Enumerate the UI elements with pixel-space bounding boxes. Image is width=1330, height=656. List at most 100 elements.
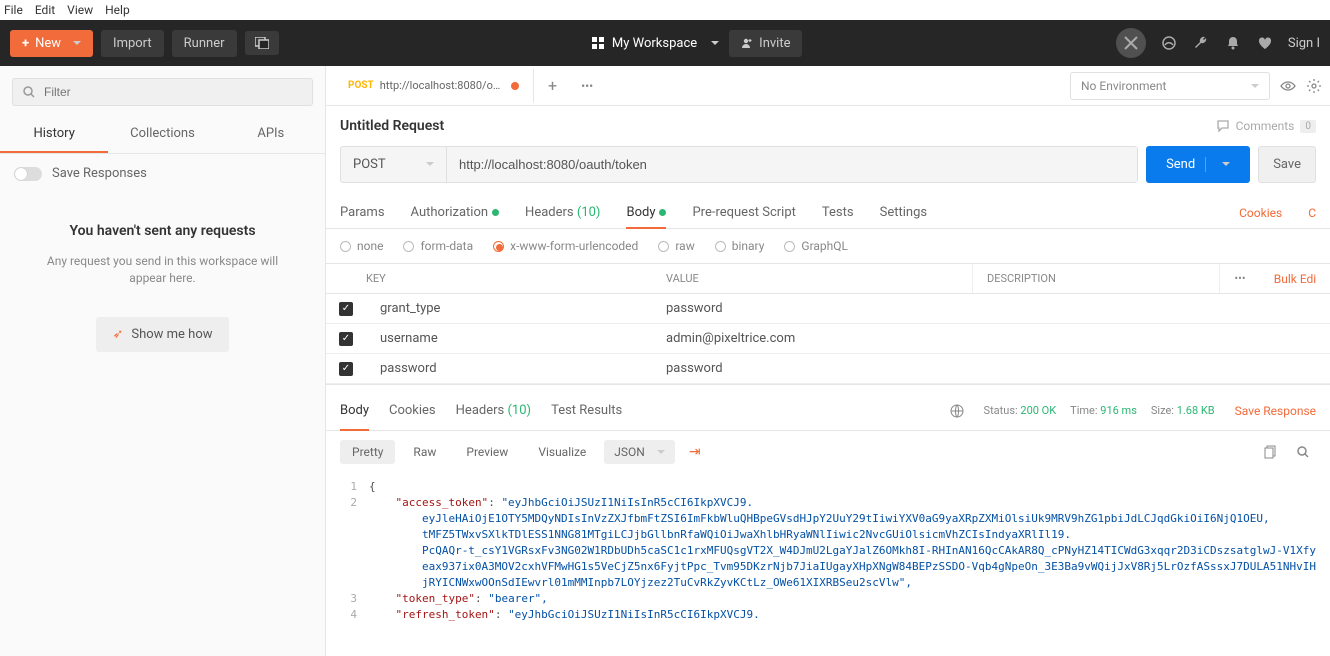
- request-section-tabs: Params Authorization Headers (10) Body P…: [326, 193, 1330, 229]
- code-link[interactable]: C: [1308, 206, 1316, 220]
- radio-binary[interactable]: binary: [715, 239, 765, 253]
- kv-desc[interactable]: [972, 324, 1330, 353]
- menu-file[interactable]: File: [4, 3, 23, 17]
- copy-icon[interactable]: [1258, 445, 1284, 459]
- tab-collections[interactable]: Collections: [108, 116, 216, 153]
- kv-value[interactable]: admin@pixeltrice.com: [652, 324, 972, 353]
- chevron-down-icon[interactable]: [1205, 157, 1230, 172]
- view-visualize[interactable]: Visualize: [526, 440, 598, 464]
- kv-actions-button[interactable]: •••: [1220, 264, 1260, 293]
- resp-tab-tests[interactable]: Test Results: [551, 399, 622, 422]
- window-icon: [255, 37, 269, 49]
- tab-authorization[interactable]: Authorization: [411, 197, 500, 228]
- capture-icon[interactable]: [1116, 28, 1146, 58]
- radio-none[interactable]: none: [340, 239, 383, 253]
- resp-tab-body[interactable]: Body: [340, 399, 369, 422]
- workspace-selector[interactable]: My Workspace: [592, 36, 719, 51]
- wrench-icon[interactable]: [1192, 34, 1210, 52]
- save-button[interactable]: Save: [1258, 146, 1316, 183]
- format-select[interactable]: JSON: [604, 440, 675, 464]
- method-url-bar: POST: [340, 146, 1138, 183]
- row-checkbox[interactable]: ✓: [339, 332, 353, 346]
- heart-icon[interactable]: [1256, 34, 1274, 52]
- active-dot-icon: [492, 209, 499, 216]
- satellite-icon[interactable]: [1160, 34, 1178, 52]
- signin-link[interactable]: Sign I: [1288, 36, 1320, 51]
- view-preview[interactable]: Preview: [454, 440, 520, 464]
- kv-value[interactable]: password: [652, 354, 972, 383]
- comments-button[interactable]: Comments 0: [1216, 119, 1316, 133]
- plus-icon: [22, 36, 29, 51]
- radio-raw[interactable]: raw: [658, 239, 694, 253]
- kv-key[interactable]: grant_type: [366, 294, 652, 323]
- import-button[interactable]: Import: [101, 30, 164, 57]
- environment-select[interactable]: No Environment: [1070, 72, 1270, 100]
- menu-help[interactable]: Help: [105, 3, 130, 17]
- radio-urlencoded[interactable]: x-www-form-urlencoded: [493, 239, 638, 253]
- new-window-button[interactable]: [245, 31, 279, 55]
- save-response-link[interactable]: Save Response: [1235, 404, 1316, 418]
- tab-tests[interactable]: Tests: [822, 197, 854, 228]
- new-tab-button[interactable]: +: [534, 66, 571, 105]
- url-input[interactable]: [447, 147, 1137, 182]
- request-tab[interactable]: POST http://localhost:8080/oauth/to...: [334, 69, 534, 103]
- tab-overflow-button[interactable]: •••: [571, 69, 603, 103]
- kv-row[interactable]: ✓ password password: [326, 354, 1330, 384]
- new-button[interactable]: New: [10, 30, 93, 57]
- menu-view[interactable]: View: [67, 3, 93, 17]
- tab-headers[interactable]: Headers (10): [525, 197, 600, 228]
- kv-row[interactable]: ✓ username admin@pixeltrice.com: [326, 324, 1330, 354]
- search-icon[interactable]: [1290, 445, 1316, 459]
- kv-desc[interactable]: [972, 294, 1330, 323]
- save-responses-toggle[interactable]: [14, 167, 42, 181]
- send-button[interactable]: Send: [1146, 146, 1250, 183]
- eye-icon[interactable]: [1280, 78, 1296, 94]
- globe-icon[interactable]: [950, 404, 964, 418]
- invite-button[interactable]: Invite: [729, 30, 802, 57]
- row-checkbox[interactable]: ✓: [339, 302, 353, 316]
- comments-label: Comments: [1236, 119, 1295, 133]
- filter-input[interactable]: [44, 85, 302, 99]
- show-me-label: Show me how: [131, 327, 212, 342]
- new-label: New: [35, 36, 61, 51]
- method-label: POST: [353, 157, 386, 172]
- tab-settings[interactable]: Settings: [880, 197, 927, 228]
- kv-key[interactable]: password: [366, 354, 652, 383]
- active-dot-icon: [659, 209, 666, 216]
- menubar[interactable]: File Edit View Help: [0, 0, 1330, 20]
- save-label: Save: [1273, 157, 1301, 172]
- radio-formdata[interactable]: form-data: [403, 239, 473, 253]
- body-kv-table: KEY VALUE DESCRIPTION ••• Bulk Edi ✓ gra…: [326, 263, 1330, 385]
- cookies-link[interactable]: Cookies: [1239, 206, 1282, 220]
- tab-params[interactable]: Params: [340, 197, 385, 228]
- kv-row[interactable]: ✓ grant_type password: [326, 294, 1330, 324]
- menu-edit[interactable]: Edit: [35, 3, 55, 17]
- view-pretty[interactable]: Pretty: [340, 440, 395, 464]
- tab-history[interactable]: History: [0, 116, 108, 153]
- show-me-how-button[interactable]: ➶ Show me how: [96, 317, 228, 352]
- dirty-indicator-icon: [511, 82, 519, 90]
- resp-tab-cookies[interactable]: Cookies: [389, 399, 436, 422]
- runner-button[interactable]: Runner: [172, 30, 237, 57]
- resp-tab-headers[interactable]: Headers (10): [456, 399, 531, 422]
- row-checkbox[interactable]: ✓: [339, 362, 353, 376]
- bell-icon[interactable]: [1224, 34, 1242, 52]
- response-body[interactable]: 12 34 { "access_token": "eyJhbGciOiJSUzI…: [326, 473, 1330, 629]
- view-raw[interactable]: Raw: [401, 440, 448, 464]
- tab-apis[interactable]: APIs: [217, 116, 325, 153]
- kv-desc[interactable]: [972, 354, 1330, 383]
- kv-value[interactable]: password: [652, 294, 972, 323]
- filter-box[interactable]: [12, 78, 313, 106]
- request-title[interactable]: Untitled Request: [340, 118, 444, 134]
- kv-key[interactable]: username: [366, 324, 652, 353]
- bulk-edit-link[interactable]: Bulk Edi: [1274, 272, 1316, 286]
- gear-icon[interactable]: [1306, 78, 1322, 94]
- col-description: DESCRIPTION: [972, 264, 1220, 293]
- wrap-lines-icon[interactable]: ⇥: [681, 439, 709, 465]
- tab-body[interactable]: Body: [626, 197, 666, 228]
- request-tabbar: POST http://localhost:8080/oauth/to... +…: [326, 66, 1062, 105]
- tab-prerequest[interactable]: Pre-request Script: [692, 197, 795, 228]
- method-select[interactable]: POST: [341, 147, 447, 182]
- response-size: 1.68 KB: [1177, 404, 1215, 417]
- radio-graphql[interactable]: GraphQL: [784, 239, 848, 253]
